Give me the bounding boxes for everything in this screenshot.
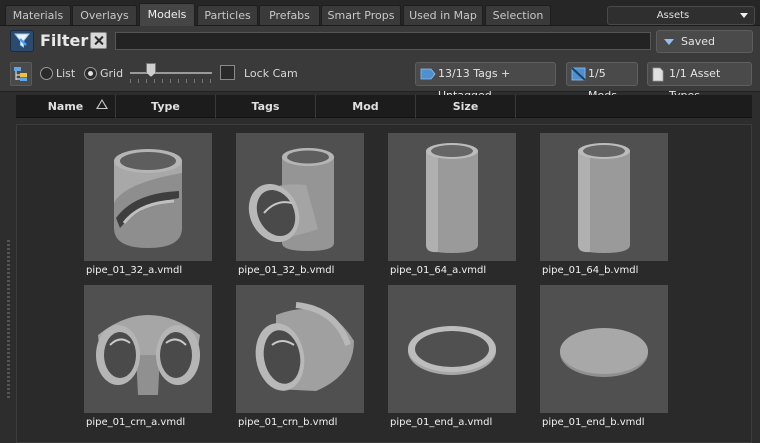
folder-tree-icon (14, 67, 27, 81)
funnel-icon[interactable] (10, 30, 34, 52)
list-view-radio[interactable] (40, 67, 53, 80)
asset-name: pipe_01_64_a.vmdl (390, 265, 487, 276)
asset-thumbnail (236, 133, 364, 261)
splitter-grip[interactable] (7, 240, 10, 400)
assets-dropdown[interactable]: Assets (607, 6, 755, 25)
triangle-down-icon (664, 39, 674, 45)
tab-prefabs[interactable]: Prefabs (259, 5, 320, 25)
chevron-down-icon (740, 13, 748, 18)
lock-cam-checkbox[interactable] (220, 65, 235, 80)
asset-name: pipe_01_crn_b.vmdl (238, 417, 338, 428)
tab-particles[interactable]: Particles (197, 5, 258, 25)
column-type-label: Type (151, 100, 180, 113)
saved-search-button[interactable]: Saved Search (656, 30, 753, 69)
column-tags-label: Tags (251, 100, 280, 113)
document-icon (652, 67, 664, 82)
column-tags[interactable]: Tags (216, 95, 316, 118)
column-name-label: Name (47, 100, 84, 113)
asset-types-filter-button[interactable]: 1/1 Asset Types (647, 62, 752, 102)
asset-name: pipe_01_64_b.vmdl (542, 265, 639, 276)
tab-overlays[interactable]: Overlays (72, 5, 137, 25)
asset-thumbnail (84, 285, 212, 413)
asset-thumbnail (84, 133, 212, 261)
column-type[interactable]: Type (116, 95, 216, 118)
tree-view-button[interactable] (10, 62, 32, 86)
filter-title: Filter (40, 31, 89, 50)
slider-ticks (130, 79, 212, 83)
asset-thumbnail (236, 285, 364, 413)
tab-smart-props[interactable]: Smart Props (321, 5, 401, 25)
sort-ascending-icon (96, 99, 108, 109)
tags-filter-button[interactable]: 13/13 Tags + Untagged (415, 62, 556, 102)
grid-view-label: Grid (100, 67, 124, 80)
grid-view-radio[interactable] (84, 67, 97, 80)
asset-name: pipe_01_32_a.vmdl (86, 265, 183, 276)
mods-filter-button[interactable]: 1/5 Mods (566, 62, 638, 102)
close-icon[interactable] (90, 32, 107, 49)
list-view-label: List (56, 67, 76, 80)
column-mod[interactable]: Mod (316, 95, 416, 118)
asset-thumbnail (388, 285, 516, 413)
lock-cam-label: Lock Cam (244, 67, 298, 80)
tab-used-in-map[interactable]: Used in Map (403, 5, 483, 25)
column-header: Name Type Tags Mod Size (16, 95, 752, 118)
asset-thumbnail (540, 133, 668, 261)
tab-models[interactable]: Models (139, 3, 195, 26)
assets-dropdown-value: Assets (656, 10, 690, 21)
asset-name: pipe_01_crn_a.vmdl (86, 417, 186, 428)
tag-icon (420, 68, 436, 80)
mod-icon (571, 67, 586, 81)
thumbnail-size-slider[interactable] (130, 72, 212, 74)
column-mod-label: Mod (352, 100, 379, 113)
asset-name: pipe_01_32_b.vmdl (238, 265, 335, 276)
asset-name: pipe_01_end_a.vmdl (390, 417, 493, 428)
asset-thumbnail (388, 133, 516, 261)
tab-materials[interactable]: Materials (5, 5, 71, 25)
asset-name: pipe_01_end_b.vmdl (542, 417, 645, 428)
tab-selection[interactable]: Selection (485, 5, 551, 25)
column-size[interactable]: Size (416, 95, 516, 118)
column-size-label: Size (452, 100, 479, 113)
filter-search-input[interactable] (115, 32, 651, 50)
asset-thumbnail (540, 285, 668, 413)
